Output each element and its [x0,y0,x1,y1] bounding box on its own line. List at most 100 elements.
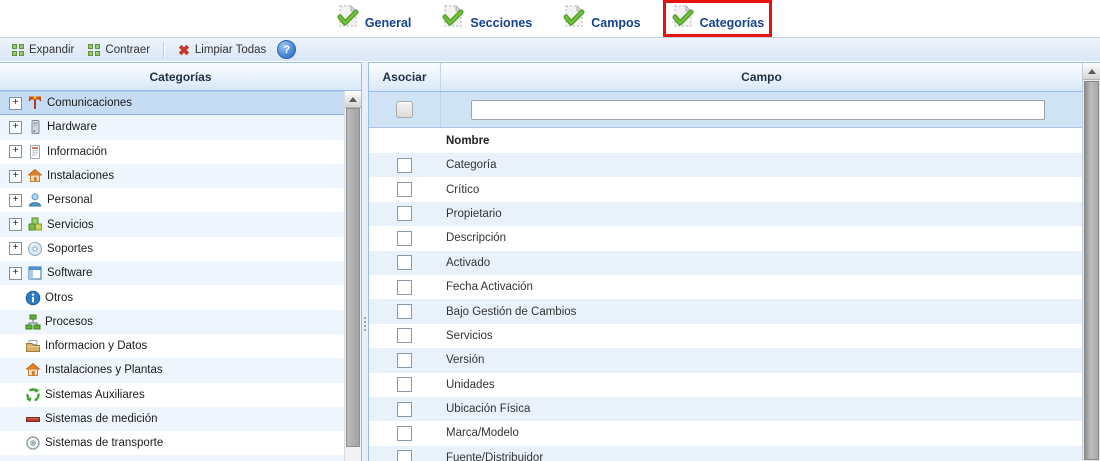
tree-item-instalaciones[interactable]: + Instalaciones [0,164,361,188]
right-scrollbar[interactable] [1082,63,1100,461]
table-row-descripci-n[interactable]: Descripción [369,226,1082,250]
campo-filter-input[interactable] [471,100,1045,120]
left-scrollbar[interactable] [344,91,361,461]
tab-campos[interactable]: Campos [554,0,648,37]
select-all-checkbox[interactable] [396,101,413,118]
row-checkbox[interactable] [397,255,412,270]
splitter-handle-icon [364,317,366,319]
scrollbar-thumb[interactable] [1084,81,1099,460]
row-checkbox[interactable] [397,426,412,441]
row-checkbox[interactable] [397,304,412,319]
tree-item-instalaciones-y-plantas[interactable]: Instalaciones y Plantas [0,358,361,382]
doc-check-icon [562,5,586,32]
scroll-up-button[interactable] [1083,63,1100,80]
row-checkbox[interactable] [397,328,412,343]
clear-all-label: Limpiar Todas [195,44,266,56]
tab-general[interactable]: General [328,0,420,37]
table-row-servicios[interactable]: Servicios [369,324,1082,348]
tree-item-personal[interactable]: + Personal [0,188,361,212]
folder-icon [25,338,41,354]
field-rows: Categoría Crítico Propietario Descripció… [369,153,1082,461]
table-row-fecha-activaci-n[interactable]: Fecha Activación [369,275,1082,299]
categories-panel: Categorías + Comunicaciones + Hardware +… [0,62,362,461]
up-arrow-icon [349,97,357,102]
house-icon [27,168,43,184]
person-icon [27,192,43,208]
table-row-unidades[interactable]: Unidades [369,373,1082,397]
cubes-icon [27,217,43,233]
column-header-asociar[interactable]: Asociar [369,63,441,91]
expand-plus-icon[interactable]: + [9,242,22,255]
tree-item-procesos[interactable]: Procesos [0,310,361,334]
info-icon [25,290,41,306]
tree-item-informaci-n[interactable]: + Información [0,140,361,164]
recycle-icon [25,387,41,403]
tree-item-sistemas-de-medici-n[interactable]: Sistemas de medición [0,407,361,431]
table-row-bajo-gesti-n-de-cambios[interactable]: Bajo Gestión de Cambios [369,299,1082,323]
tree-item-hardware[interactable]: + Hardware [0,115,361,139]
collapse-icon [88,44,100,56]
table-row-ubicaci-n-f-sica[interactable]: Ubicación Física [369,397,1082,421]
table-row-versi-n[interactable]: Versión [369,348,1082,372]
expand-plus-icon[interactable]: + [9,97,22,110]
doc-check-icon [671,5,695,32]
tree-item-sistemas-de-transporte[interactable]: Sistemas de transporte [0,431,361,455]
expand-plus-icon[interactable]: + [9,194,22,207]
table-row-categor-a[interactable]: Categoría [369,153,1082,177]
table-row-activado[interactable]: Activado [369,251,1082,275]
expand-button[interactable]: Expandir [5,42,81,58]
row-checkbox[interactable] [397,280,412,295]
tab-categorías[interactable]: Categorías [663,0,773,37]
expand-plus-icon[interactable]: + [9,267,22,280]
table-row-fuente-distribuidor[interactable]: Fuente/Distribuidor [369,446,1082,461]
expand-plus-icon[interactable]: + [9,145,22,158]
toolbar-separator [163,42,165,58]
expand-plus-icon[interactable]: + [9,218,22,231]
tree-item-informacion-y-datos[interactable]: Informacion y Datos [0,334,361,358]
grid-header: Asociar Campo [369,63,1082,92]
fields-panel: Asociar Campo Nombre Categoría Crítico P… [368,62,1100,461]
tree-item-soportes[interactable]: + Soportes [0,237,361,261]
row-checkbox[interactable] [397,402,412,417]
doc-check-icon [336,5,360,32]
scroll-up-button[interactable] [345,91,361,108]
row-checkbox[interactable] [397,450,412,461]
row-checkbox[interactable] [397,353,412,368]
row-checkbox[interactable] [397,377,412,392]
expand-label: Expandir [29,44,74,56]
help-icon[interactable]: ? [277,40,296,59]
table-row-marca-modelo[interactable]: Marca/Modelo [369,421,1082,445]
doc-check-icon [441,5,465,32]
table-row-propietario[interactable]: Propietario [369,202,1082,226]
tree-item-otros[interactable]: Otros [0,285,361,309]
tab-secciones[interactable]: Secciones [433,0,540,37]
filter-row [369,92,1082,128]
expand-plus-icon[interactable]: + [9,121,22,134]
expand-plus-icon[interactable]: + [9,170,22,183]
collapse-button[interactable]: Contraer [81,42,157,58]
tree-item-sistemas-auxiliares[interactable]: Sistemas Auxiliares [0,383,361,407]
tree-item-servicios[interactable]: + Servicios [0,212,361,236]
meter-icon [25,411,41,427]
row-checkbox[interactable] [397,182,412,197]
expand-icon [12,44,24,56]
table-row-cr-tico[interactable]: Crítico [369,177,1082,201]
column-header-campo[interactable]: Campo [441,63,1082,91]
toolbar: Expandir Contraer ✖ Limpiar Todas ? [0,37,1100,61]
collapse-label: Contraer [105,44,150,56]
red-x-icon: ✖ [178,43,190,57]
scrollbar-thumb[interactable] [346,108,360,447]
fields-grid: Asociar Campo Nombre Categoría Crítico P… [369,63,1082,461]
row-checkbox[interactable] [397,231,412,246]
row-checkbox[interactable] [397,158,412,173]
computer-icon [27,119,43,135]
tree-item-software[interactable]: + Software [0,261,361,285]
disc-icon [27,241,43,257]
clear-all-button[interactable]: ✖ Limpiar Todas [171,41,273,59]
tree-item-partial[interactable] [0,455,361,461]
tree-item-comunicaciones[interactable]: + Comunicaciones [0,91,361,115]
row-checkbox[interactable] [397,206,412,221]
house-icon [25,362,41,378]
flowchart-icon [25,314,41,330]
categories-tree: + Comunicaciones + Hardware + Informació… [0,91,361,461]
